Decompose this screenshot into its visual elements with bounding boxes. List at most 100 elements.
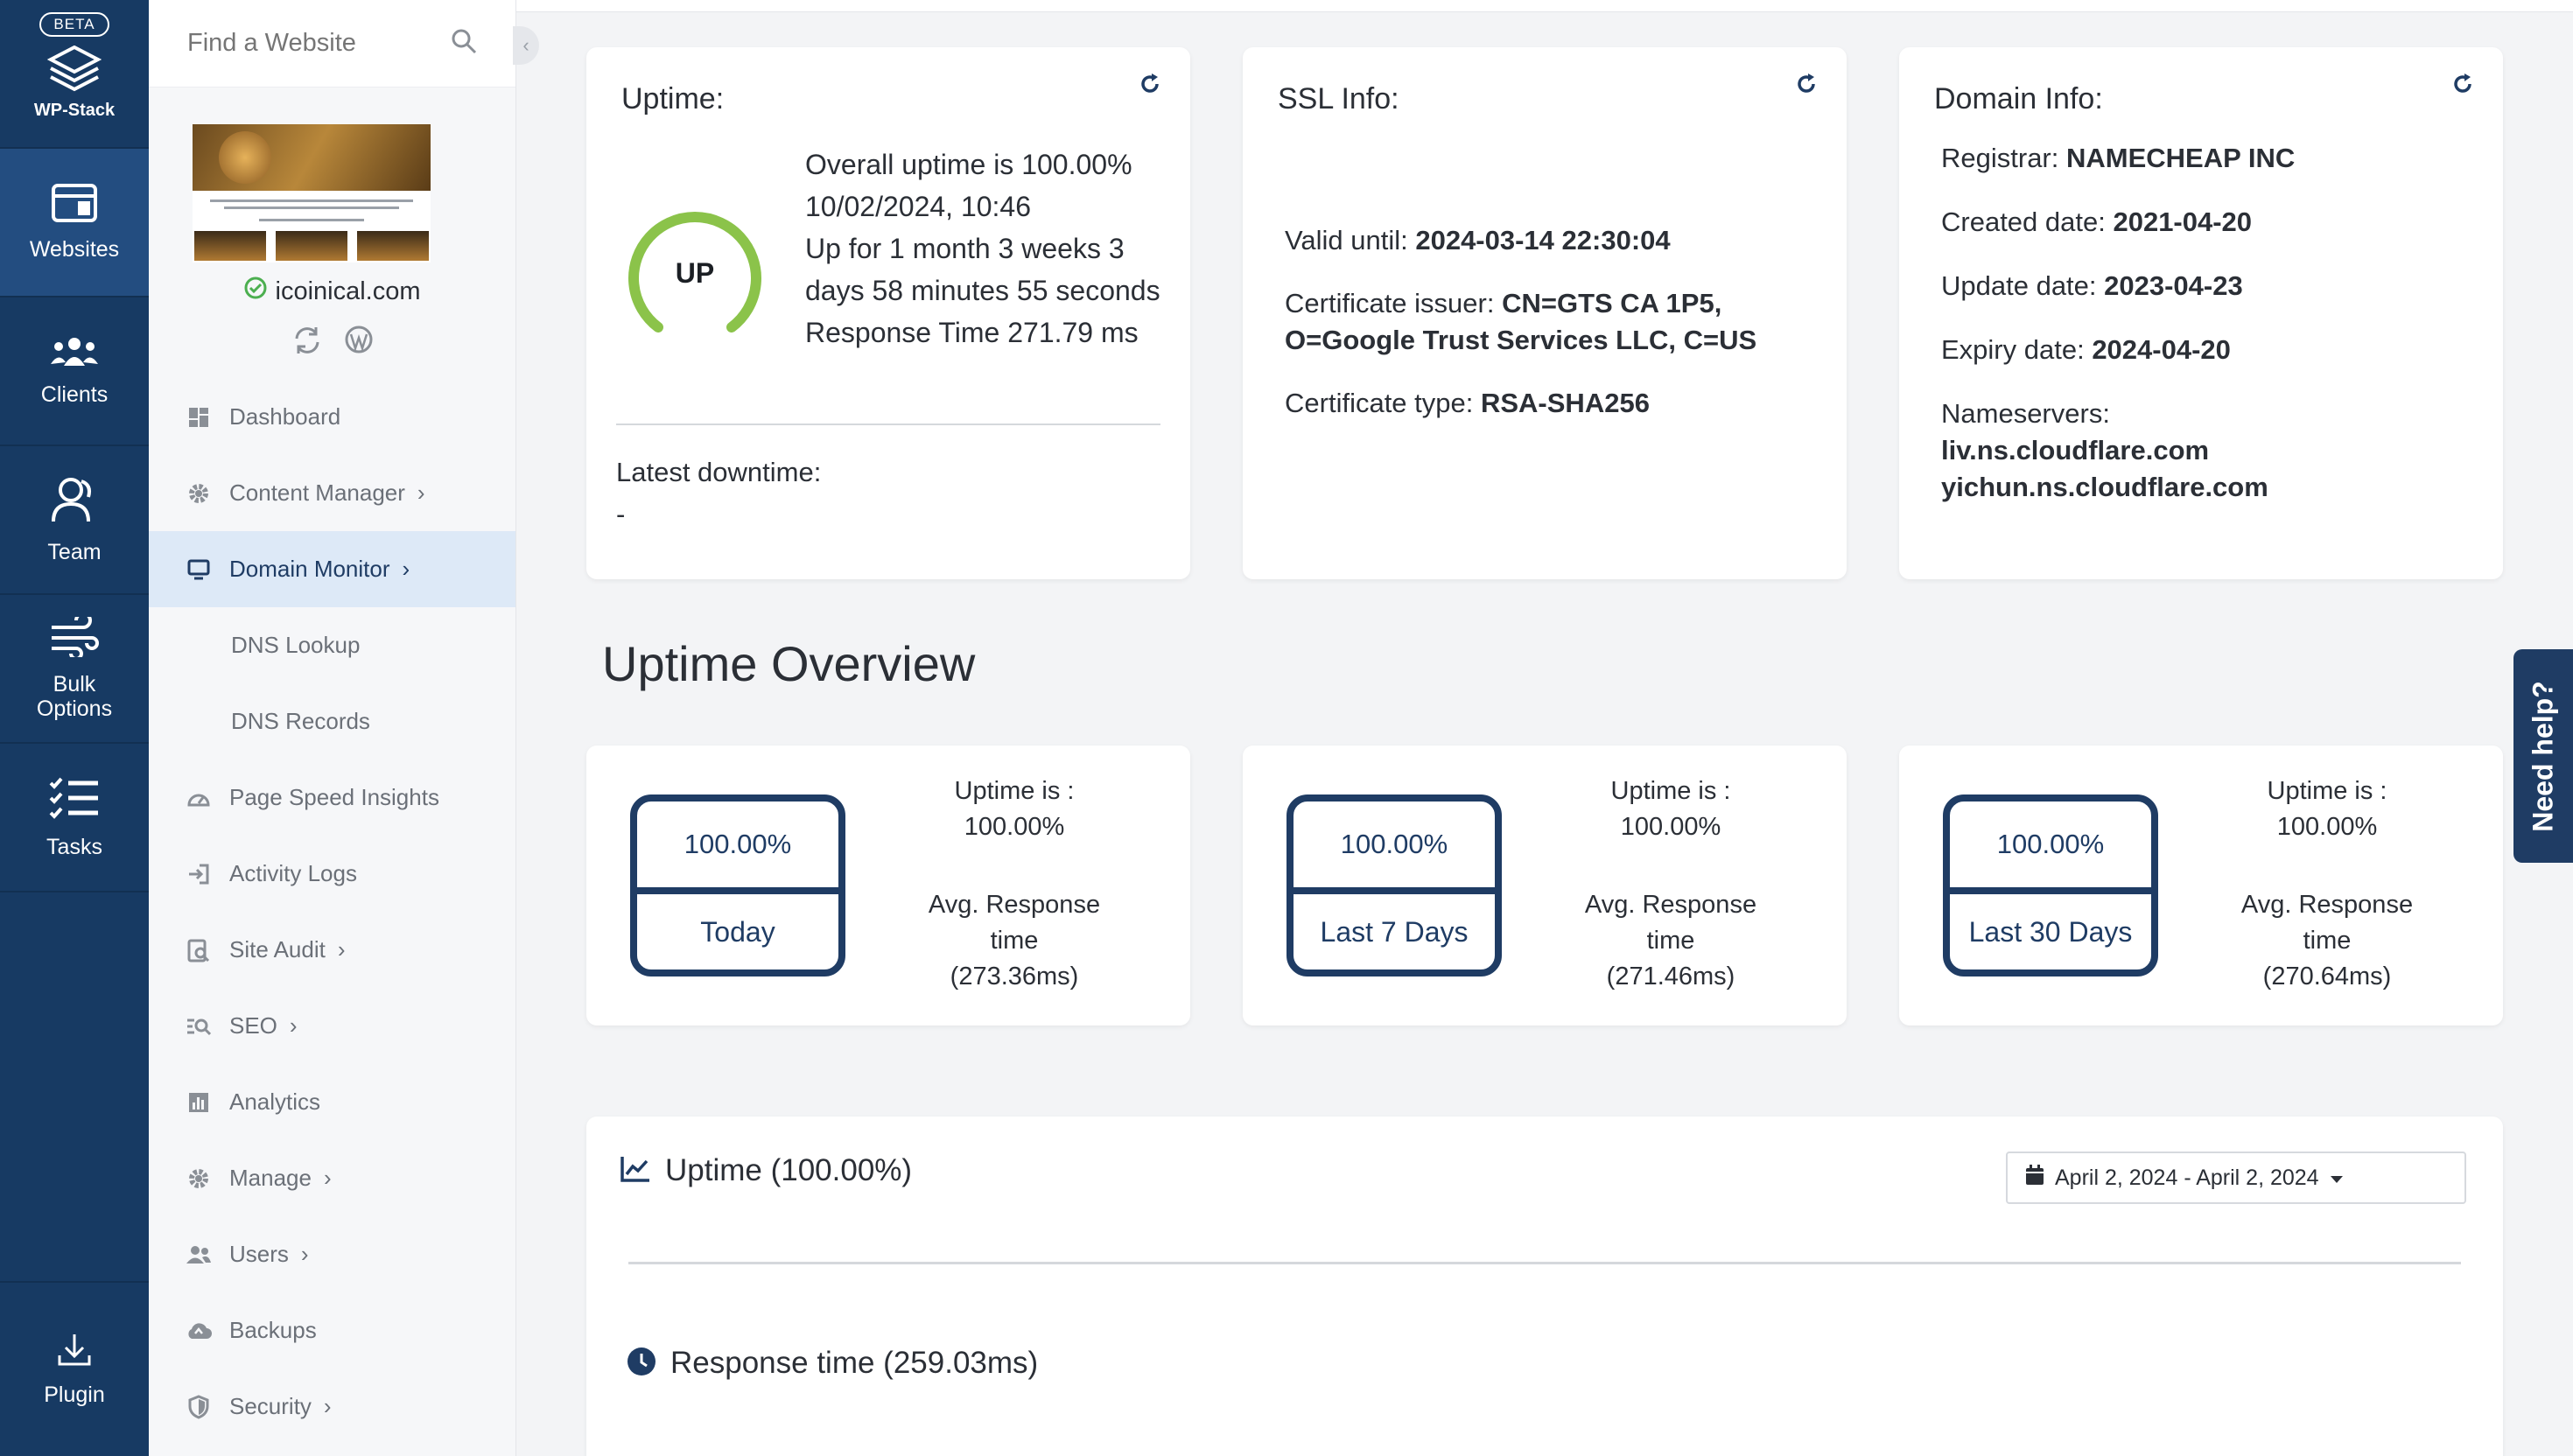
ssl-card: SSL Info: Valid until: 2024-03-14 22:30:…: [1243, 47, 1847, 579]
bar-chart-icon: [186, 1092, 212, 1113]
stat-uptime-label: Uptime is :: [2267, 777, 2387, 805]
stat-percent: 100.00%: [637, 802, 838, 894]
search-icon[interactable]: [451, 28, 477, 59]
menu-item-dns-records[interactable]: DNS Records: [149, 683, 515, 760]
check-circle-icon: [244, 276, 267, 306]
menu-label: Manage: [229, 1165, 312, 1191]
menu-item-dns-lookup[interactable]: DNS Lookup: [149, 607, 515, 683]
menu-label: Users: [229, 1241, 289, 1267]
menu-label: DNS Records: [231, 708, 370, 734]
uptime-chart-panel: Uptime (100.00%) April 2, 2024 - April 2…: [586, 1116, 2503, 1456]
menu-label: Domain Monitor: [229, 556, 390, 582]
stat-uptime-label: Uptime is :: [1610, 777, 1731, 805]
rail-item-clients[interactable]: Clients: [0, 298, 149, 446]
stat-uptime-label: Uptime is :: [954, 777, 1075, 805]
menu-item-activity-logs[interactable]: Activity Logs: [149, 836, 515, 912]
uptime-chart-header: Uptime (100.00%): [620, 1153, 912, 1188]
menu-item-domain-monitor[interactable]: Domain Monitor ›: [149, 531, 515, 607]
overview-card-7days: 100.00% Last 7 Days Uptime is : 100.00% …: [1243, 746, 1847, 1026]
websites-icon: [52, 183, 97, 227]
menu-item-dashboard[interactable]: Dashboard: [149, 379, 515, 455]
stat-box: 100.00% Last 30 Days: [1943, 794, 2158, 976]
brand[interactable]: BETA WP-Stack: [0, 0, 149, 149]
rail-item-team[interactable]: Team: [0, 446, 149, 595]
stat-uptime-value: 100.00%: [1620, 813, 1721, 841]
menu-item-seo[interactable]: SEO ›: [149, 988, 515, 1064]
stat-percent: 100.00%: [1950, 802, 2151, 894]
top-bar: [516, 0, 2573, 12]
rail-item-plugin[interactable]: Plugin: [0, 1281, 149, 1456]
domain-expiry: Expiry date: 2024-04-20: [1941, 334, 2231, 365]
rail-item-websites[interactable]: Websites: [0, 149, 149, 298]
overview-card-30days: 100.00% Last 30 Days Uptime is : 100.00%…: [1899, 746, 2503, 1026]
stat-avg-label: Avg. Response time: [928, 891, 1101, 955]
find-website-input[interactable]: [187, 29, 450, 58]
overview-card-today: 100.00% Today Uptime is : 100.00% Avg. R…: [586, 746, 1190, 1026]
stat-period: Last 30 Days: [1968, 915, 2133, 948]
latest-downtime-label: Latest downtime:: [616, 457, 822, 487]
uptime-card: Uptime: UP Overall uptime is 100.00% 10/…: [586, 47, 1190, 579]
rail-label: Clients: [40, 382, 109, 407]
menu-label: Content Manager: [229, 480, 405, 506]
uptime-duration: Up for 1 month 3 weeks 3 days 58 minutes…: [805, 233, 1160, 306]
refresh-icon[interactable]: [1796, 72, 1817, 102]
domain-registrar: Registrar: NAMECHEAP INC: [1941, 143, 2296, 173]
stat-percent: 100.00%: [1294, 802, 1495, 894]
rail-item-bulk-options[interactable]: Bulk Options: [0, 595, 149, 744]
menu-item-analytics[interactable]: Analytics: [149, 1064, 515, 1140]
nameservers-label: Nameservers:: [1941, 398, 2110, 429]
menu-label: Page Speed Insights: [229, 784, 439, 810]
clock-icon: [627, 1347, 656, 1381]
card-title: Uptime:: [621, 82, 725, 116]
menu-label: Security: [229, 1393, 312, 1419]
menu-item-users[interactable]: Users ›: [149, 1216, 515, 1292]
site-name[interactable]: icoinical.com: [276, 277, 421, 306]
seo-search-icon: [186, 1017, 212, 1036]
find-website-bar: [149, 0, 515, 88]
wordpress-icon[interactable]: [345, 326, 373, 360]
divider: [616, 424, 1160, 425]
uptime-details: Overall uptime is 100.00% 10/02/2024, 10…: [805, 144, 1164, 354]
main-rail: BETA WP-Stack Websites Clients Team Bulk…: [0, 0, 149, 1456]
tasks-icon: [49, 776, 100, 824]
divider: [628, 1262, 2461, 1264]
section-title: Uptime Overview: [602, 636, 976, 691]
ssl-issuer: Certificate issuer: CN=GTS CA 1P5, O=Goo…: [1285, 288, 1757, 355]
need-help-button[interactable]: Need help?: [2513, 649, 2573, 863]
rail-label: Tasks: [46, 834, 102, 859]
date-range-picker[interactable]: April 2, 2024 - April 2, 2024: [2006, 1152, 2466, 1204]
menu-item-content-manager[interactable]: Content Manager ›: [149, 455, 515, 531]
stack-logo-icon: [46, 45, 102, 97]
team-icon: [50, 476, 99, 529]
stat-avg-value: (271.46ms): [1606, 962, 1735, 990]
uptime-response: Response Time 271.79 ms: [805, 317, 1139, 348]
chevron-right-icon: ›: [337, 936, 346, 962]
calendar-icon: [2025, 1164, 2044, 1192]
domain-updated: Update date: 2023-04-23: [1941, 270, 2243, 301]
brand-name: WP-Stack: [33, 101, 116, 120]
refresh-icon[interactable]: [1139, 72, 1160, 102]
monitor-icon: [186, 559, 212, 580]
refresh-icon[interactable]: [2452, 72, 2473, 102]
menu-item-security[interactable]: Security ›: [149, 1368, 515, 1445]
sync-icon[interactable]: [292, 326, 322, 360]
gear-icon: [186, 1167, 212, 1190]
menu-item-site-audit[interactable]: Site Audit ›: [149, 912, 515, 988]
download-icon: [57, 1333, 92, 1372]
card-title: Domain Info:: [1934, 82, 2103, 116]
uptime-status: UP: [675, 257, 715, 289]
menu-item-manage[interactable]: Manage ›: [149, 1140, 515, 1216]
rail-item-tasks[interactable]: Tasks: [0, 744, 149, 892]
stat-avg-value: (270.64ms): [2262, 962, 2392, 990]
menu-item-page-speed[interactable]: Page Speed Insights: [149, 760, 515, 836]
gear-icon: [186, 482, 212, 505]
latest-downtime-value: -: [616, 499, 626, 529]
need-help-label: Need help?: [2527, 680, 2559, 832]
users-icon: [186, 1245, 212, 1264]
menu-item-backups[interactable]: Backups: [149, 1292, 515, 1368]
sign-in-icon: [186, 863, 212, 886]
chevron-right-icon: ›: [417, 480, 425, 506]
site-thumbnail[interactable]: [193, 124, 431, 262]
chevron-right-icon: ›: [323, 1165, 332, 1191]
clipboard-search-icon: [186, 938, 212, 962]
